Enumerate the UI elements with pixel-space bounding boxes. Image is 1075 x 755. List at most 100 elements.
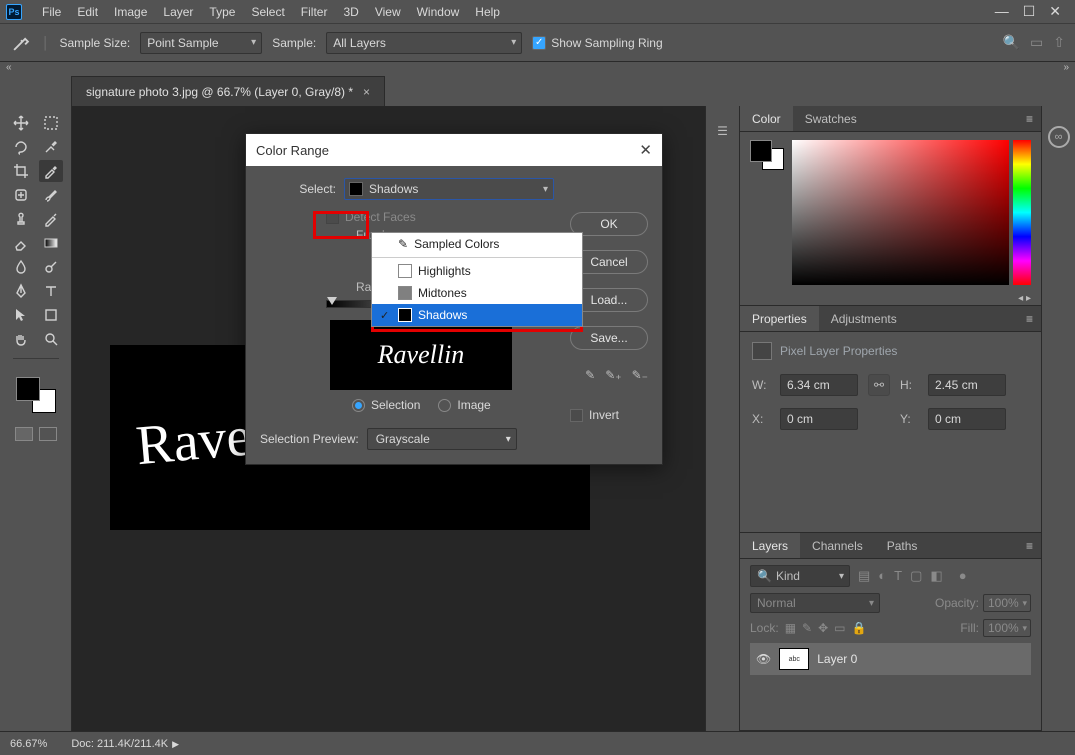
- layer-name: Layer 0: [817, 652, 857, 666]
- healing-tool[interactable]: [9, 184, 33, 206]
- x-input[interactable]: 0 cm: [780, 408, 858, 430]
- lock-icons[interactable]: ▦✎✥▭🔒: [785, 621, 867, 635]
- blur-tool[interactable]: [9, 256, 33, 278]
- panel-fgbg-swatch[interactable]: [750, 140, 784, 170]
- selection-radio[interactable]: Selection: [352, 398, 420, 412]
- visibility-toggle[interactable]: 👁: [756, 652, 771, 666]
- menu-image[interactable]: Image: [106, 1, 155, 23]
- foreground-background-swatch[interactable]: [16, 377, 56, 413]
- hand-tool[interactable]: [9, 328, 33, 350]
- options-bar: │ Sample Size: Point Sample Sample: All …: [0, 24, 1075, 62]
- pen-tool[interactable]: [9, 280, 33, 302]
- color-picker[interactable]: [792, 140, 1031, 285]
- collapse-right-icon[interactable]: »: [1063, 62, 1069, 76]
- paths-tab[interactable]: Paths: [875, 533, 930, 558]
- dropdown-highlights[interactable]: Highlights: [372, 260, 582, 282]
- menu-view[interactable]: View: [367, 1, 409, 23]
- history-brush-tool[interactable]: [39, 208, 63, 230]
- app-logo: Ps: [6, 4, 22, 20]
- dropdown-midtones[interactable]: Midtones: [372, 282, 582, 304]
- lock-label: Lock:: [750, 621, 779, 635]
- properties-panel-menu[interactable]: ≡: [1018, 312, 1041, 326]
- layer-filter-kind[interactable]: 🔍 Kind: [750, 565, 850, 587]
- adjustments-tab[interactable]: Adjustments: [819, 306, 909, 331]
- y-input[interactable]: 0 cm: [928, 408, 1006, 430]
- layers-panel-menu[interactable]: ≡: [1018, 539, 1041, 553]
- layer-filter-icons[interactable]: ▤◐T▢◧●: [858, 568, 967, 584]
- doc-size[interactable]: Doc: 211.4K/211.4K: [71, 738, 168, 750]
- opacity-input[interactable]: 100%: [983, 594, 1031, 612]
- status-bar: 66.67% Doc: 211.4K/211.4K▶: [0, 731, 1075, 755]
- menu-window[interactable]: Window: [409, 1, 468, 23]
- image-radio[interactable]: Image: [438, 398, 490, 412]
- zoom-level[interactable]: 66.67%: [10, 738, 47, 750]
- zoom-tool[interactable]: [39, 328, 63, 350]
- dialog-titlebar[interactable]: Color Range ✕: [246, 134, 662, 166]
- menu-filter[interactable]: Filter: [293, 1, 336, 23]
- move-tool[interactable]: [9, 112, 33, 134]
- sample-select[interactable]: All Layers: [326, 32, 522, 54]
- gradient-tool[interactable]: [39, 232, 63, 254]
- h-input[interactable]: 2.45 cm: [928, 374, 1006, 396]
- history-icon[interactable]: ☰: [717, 124, 728, 138]
- right-panels-column: ☰ Color Swatches ≡ ◂ ▸: [705, 106, 1075, 731]
- show-sampling-ring-checkbox[interactable]: ✓Show Sampling Ring: [532, 36, 662, 50]
- window-maximize[interactable]: ☐: [1023, 3, 1036, 20]
- properties-tab[interactable]: Properties: [740, 306, 819, 331]
- type-tool[interactable]: [39, 280, 63, 302]
- channels-tab[interactable]: Channels: [800, 533, 875, 558]
- window-close[interactable]: ✕: [1049, 3, 1061, 20]
- menu-select[interactable]: Select: [243, 1, 292, 23]
- collapse-left-icon[interactable]: «: [6, 62, 12, 76]
- sample-size-select[interactable]: Point Sample: [140, 32, 262, 54]
- color-panel-menu[interactable]: ≡: [1018, 112, 1041, 126]
- document-tab[interactable]: signature photo 3.jpg @ 66.7% (Layer 0, …: [72, 76, 385, 106]
- selection-preview-select[interactable]: Grayscale: [367, 428, 517, 450]
- menu-file[interactable]: File: [34, 1, 69, 23]
- fill-input[interactable]: 100%: [983, 619, 1031, 637]
- w-input[interactable]: 6.34 cm: [780, 374, 858, 396]
- layers-tab[interactable]: Layers: [740, 533, 800, 558]
- eyedropper-buttons[interactable]: ✎✎₊✎₋: [570, 368, 648, 382]
- screen-mode-icons[interactable]: [15, 427, 57, 441]
- marquee-tool[interactable]: [39, 112, 63, 134]
- crop-tool[interactable]: [9, 160, 33, 182]
- dodge-tool[interactable]: [39, 256, 63, 278]
- dropdown-sampled-colors[interactable]: ✎Sampled Colors: [372, 233, 582, 255]
- menu-layer[interactable]: Layer: [155, 1, 201, 23]
- eraser-tool[interactable]: [9, 232, 33, 254]
- saturation-field[interactable]: [792, 140, 1009, 285]
- color-range-dialog: Color Range ✕ Select: Shadows Detect Fac…: [245, 133, 663, 465]
- workspace-icon[interactable]: ▭: [1030, 34, 1043, 51]
- brush-tool[interactable]: [39, 184, 63, 206]
- select-dropdown[interactable]: Shadows: [344, 178, 554, 200]
- eyedropper-tool-icon[interactable]: [10, 32, 32, 54]
- shape-tool[interactable]: [39, 304, 63, 326]
- link-wh-icon[interactable]: ⚯: [868, 374, 890, 396]
- menu-help[interactable]: Help: [467, 1, 508, 23]
- color-tab[interactable]: Color: [740, 106, 793, 131]
- stamp-tool[interactable]: [9, 208, 33, 230]
- path-select-tool[interactable]: [9, 304, 33, 326]
- window-minimize[interactable]: —: [995, 3, 1009, 20]
- blend-mode-select[interactable]: Normal: [750, 593, 880, 613]
- lasso-tool[interactable]: [9, 136, 33, 158]
- sample-label: Sample:: [272, 36, 316, 50]
- hue-strip[interactable]: [1013, 140, 1031, 285]
- save-button[interactable]: Save...: [570, 326, 648, 350]
- layer-row-0[interactable]: 👁 abc Layer 0: [750, 643, 1031, 675]
- search-icon[interactable]: 🔍: [1003, 34, 1020, 51]
- invert-checkbox[interactable]: Invert: [570, 408, 648, 422]
- dialog-close-icon[interactable]: ✕: [639, 141, 652, 159]
- cc-libraries-icon[interactable]: ∞: [1048, 126, 1070, 148]
- share-icon[interactable]: ⇧: [1053, 34, 1065, 51]
- document-tab-close[interactable]: ×: [363, 85, 370, 99]
- menu-type[interactable]: Type: [201, 1, 243, 23]
- dropdown-shadows[interactable]: ✓Shadows: [372, 304, 582, 326]
- swatches-tab[interactable]: Swatches: [793, 106, 869, 131]
- quick-select-tool[interactable]: [39, 136, 63, 158]
- menu-3d[interactable]: 3D: [335, 1, 366, 23]
- fill-label: Fill:: [960, 621, 979, 635]
- eyedropper-tool[interactable]: [39, 160, 63, 182]
- menu-edit[interactable]: Edit: [69, 1, 106, 23]
